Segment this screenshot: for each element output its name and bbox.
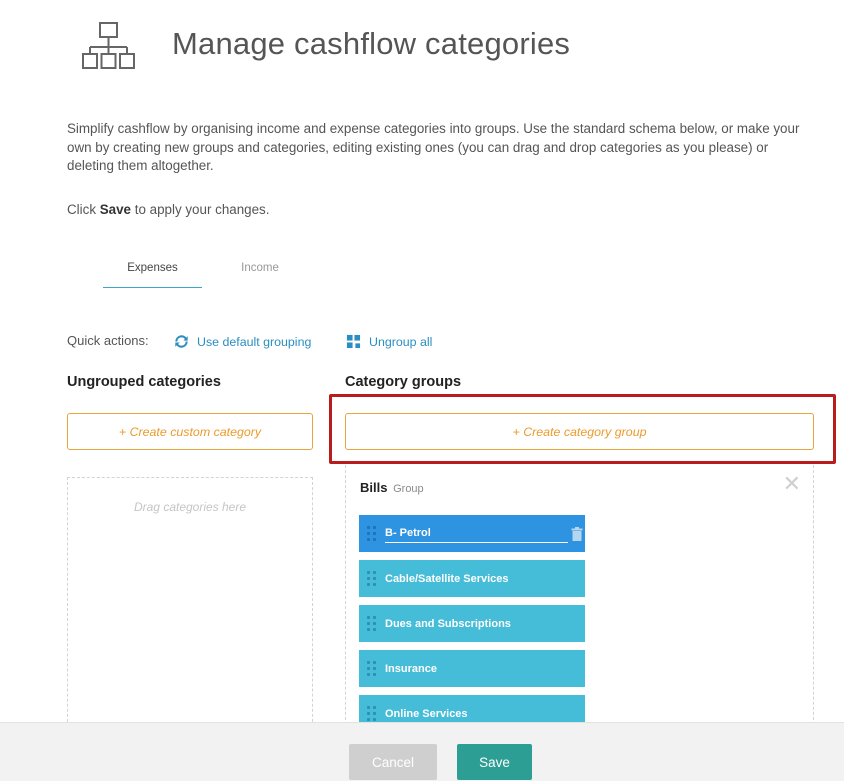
category-group-card: Bills Group ✕ Cable/Satellite Services D… — [345, 465, 814, 745]
category-label: Dues and Subscriptions — [385, 617, 511, 630]
drag-handle-icon[interactable] — [367, 523, 377, 545]
use-default-grouping-link[interactable]: Use default grouping — [174, 334, 311, 349]
category-label: Cable/Satellite Services — [385, 572, 509, 585]
save-hint-suffix: to apply your changes. — [131, 202, 270, 217]
category-name-input[interactable] — [385, 524, 568, 543]
page-title: Manage cashflow categories — [172, 26, 571, 61]
category-groups-heading: Category groups — [345, 374, 462, 390]
refresh-icon — [175, 335, 188, 348]
ungrouped-drop-zone[interactable]: Drag categories here — [67, 477, 313, 737]
tab-expenses[interactable]: Expenses — [103, 262, 202, 288]
ungroup-all-label: Ungroup all — [369, 334, 433, 349]
group-title: Bills Group — [360, 480, 424, 495]
category-item[interactable]: Dues and Subscriptions — [359, 605, 585, 642]
save-hint-bold: Save — [99, 202, 132, 217]
drop-hint: Drag categories here — [133, 500, 247, 514]
ungroup-all-link[interactable]: Ungroup all — [346, 334, 432, 349]
save-hint: Click Save to apply your changes. — [67, 202, 269, 217]
cancel-button[interactable]: Cancel — [349, 744, 437, 780]
category-label: Insurance — [385, 662, 437, 675]
hierarchy-icon — [82, 22, 135, 69]
category-item[interactable]: Insurance — [359, 650, 585, 687]
page-header: Manage cashflow categories — [0, 0, 844, 100]
save-hint-prefix: Click — [67, 202, 100, 217]
drag-handle-icon[interactable] — [367, 568, 377, 590]
category-label: Online Services — [385, 707, 468, 720]
grid-icon — [346, 334, 361, 349]
footer-bar: Cancel Save — [0, 722, 844, 781]
create-category-group-button[interactable]: + Create category group — [345, 413, 814, 450]
use-default-grouping-label: Use default grouping — [197, 334, 312, 349]
save-button[interactable]: Save — [457, 744, 532, 780]
trash-icon[interactable] — [571, 526, 583, 541]
quick-actions-label: Quick actions: — [67, 333, 149, 348]
drag-handle-icon[interactable] — [367, 613, 377, 635]
create-custom-category-button[interactable]: + Create custom category — [67, 413, 313, 450]
tab-income[interactable]: Income — [225, 262, 295, 288]
close-icon[interactable]: ✕ — [783, 473, 801, 495]
intro-text: Simplify cashflow by organising income a… — [67, 121, 800, 173]
category-item[interactable] — [359, 515, 585, 552]
group-sublabel: Group — [393, 483, 424, 495]
category-item[interactable]: Cable/Satellite Services — [359, 560, 585, 597]
quick-actions: Quick actions: Use default grouping Ungr… — [67, 333, 432, 349]
group-name: Bills — [360, 480, 388, 495]
drag-handle-icon[interactable] — [367, 658, 377, 680]
ungrouped-heading: Ungrouped categories — [67, 374, 221, 390]
